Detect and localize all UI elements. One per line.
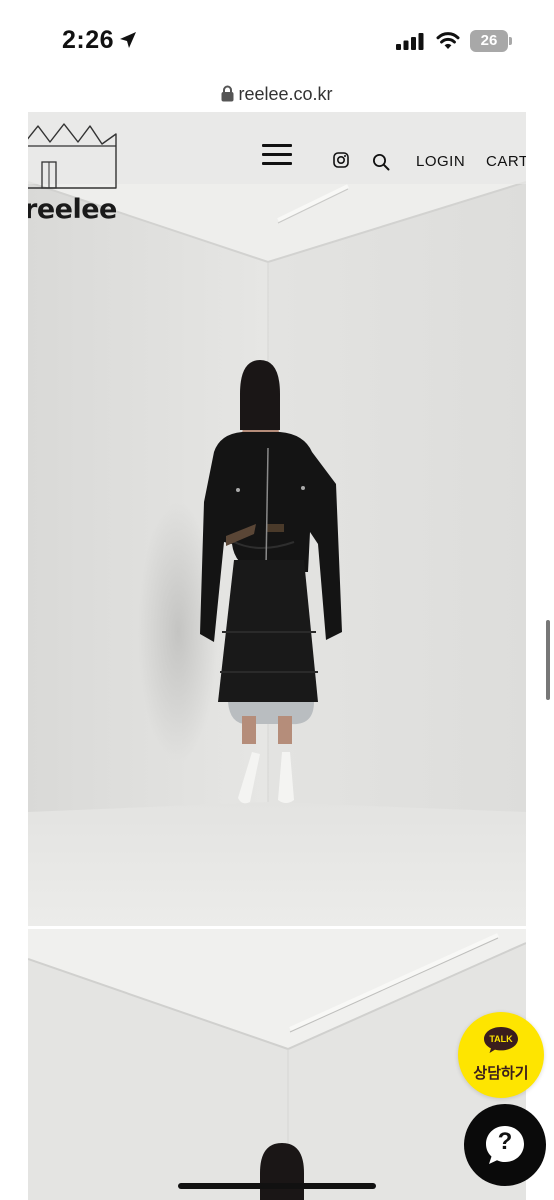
battery-indicator: 26 — [470, 30, 508, 52]
status-time: 2:26 — [62, 26, 115, 54]
kakao-talk-bubble-icon: TALK — [484, 1027, 518, 1053]
lock-icon — [221, 85, 234, 102]
home-indicator — [178, 1183, 376, 1189]
instagram-icon[interactable] — [333, 152, 349, 168]
kakao-talk-button[interactable]: TALK 상담하기 — [458, 1012, 544, 1098]
wifi-icon — [436, 32, 460, 49]
location-arrow-icon — [120, 32, 136, 48]
hero-photo — [28, 112, 526, 928]
page-content: reelee LOGIN CART — [28, 112, 526, 1200]
help-question-mark: ? — [497, 1128, 513, 1155]
gallery-photo-2 — [28, 929, 526, 1200]
status-bar: 2:26 26 — [0, 0, 554, 80]
hamburger-menu-button[interactable] — [262, 144, 292, 166]
search-icon[interactable] — [372, 153, 390, 171]
scrollbar-thumb[interactable] — [546, 620, 550, 700]
kakao-chat-label: 상담하기 — [473, 1064, 529, 1082]
help-chat-button[interactable]: ? — [464, 1104, 546, 1186]
kakao-talk-badge: TALK — [489, 1034, 513, 1044]
url-text: reelee.co.kr — [238, 84, 333, 104]
browser-url-bar[interactable]: reelee.co.kr — [0, 80, 554, 112]
battery-nub — [509, 37, 512, 45]
cart-link[interactable]: CART — [486, 153, 526, 170]
cellular-signal-icon — [396, 33, 424, 50]
login-link[interactable]: LOGIN — [416, 153, 465, 170]
logo-wordmark[interactable]: reelee — [28, 194, 117, 225]
